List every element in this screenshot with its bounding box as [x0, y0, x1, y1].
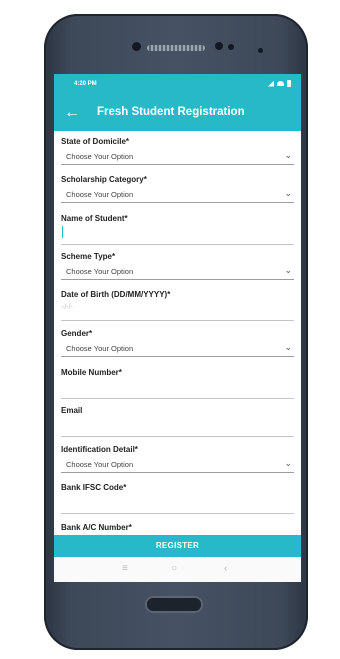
select-value: Choose Your Option	[66, 344, 134, 353]
wifi-icon	[277, 81, 284, 86]
field-label: Scholarship Category*	[61, 175, 147, 184]
name-of-student-input[interactable]	[61, 226, 294, 245]
signal-icon	[268, 80, 274, 87]
status-bar: 4:20 PM	[54, 74, 301, 95]
field-label: Identification Detail*	[61, 445, 138, 454]
select-value: Choose Your Option	[66, 190, 134, 199]
state-of-domicile-select[interactable]: Choose Your Option ⌄	[61, 150, 294, 165]
light-sensor	[228, 44, 234, 50]
chevron-down-icon: ⌄	[284, 188, 292, 198]
proximity-sensor	[215, 42, 223, 50]
home-icon[interactable]: ○	[171, 563, 177, 574]
date-of-birth-input[interactable]: -/-/-	[61, 302, 294, 321]
bank-ifsc-code-input[interactable]	[61, 495, 294, 514]
android-nav-bar: ≡ ○ ‹	[54, 557, 301, 582]
field-label: Gender*	[61, 329, 93, 338]
app-screen: 4:20 PM ← Fresh Student Registration Sta…	[54, 74, 301, 582]
earpiece-speaker	[147, 45, 205, 51]
mobile-number-input[interactable]	[61, 380, 294, 399]
field-label: Scheme Type*	[61, 252, 116, 261]
field-label: Date of Birth (DD/MM/YYYY)*	[61, 290, 171, 299]
chevron-down-icon: ⌄	[284, 458, 292, 468]
email-input[interactable]	[61, 418, 294, 437]
notification-led	[258, 48, 263, 53]
identification-detail-select[interactable]: Choose Your Option ⌄	[61, 458, 294, 473]
chevron-down-icon: ⌄	[284, 150, 292, 160]
register-button[interactable]: REGISTER	[54, 535, 301, 557]
text-cursor	[62, 226, 63, 238]
scholarship-category-select[interactable]: Choose Your Option ⌄	[61, 188, 294, 203]
back-triangle-icon[interactable]: ‹	[224, 563, 227, 574]
select-value: Choose Your Option	[66, 460, 134, 469]
front-camera	[132, 42, 141, 51]
recent-apps-icon[interactable]: ≡	[122, 563, 128, 574]
hardware-home-button[interactable]	[145, 596, 203, 613]
status-time: 4:20 PM	[74, 81, 97, 87]
field-label: Mobile Number*	[61, 368, 122, 377]
scheme-type-select[interactable]: Choose Your Option ⌄	[61, 265, 294, 280]
field-label: Email	[61, 406, 83, 415]
field-label: State of Domicile*	[61, 137, 130, 146]
field-label: Bank IFSC Code*	[61, 483, 127, 492]
select-value: Choose Your Option	[66, 152, 134, 161]
field-label: Name of Student*	[61, 214, 128, 223]
page-title: Fresh Student Registration	[97, 106, 245, 118]
battery-icon	[287, 80, 291, 87]
select-value: Choose Your Option	[66, 267, 134, 276]
arrow-left-icon[interactable]: ←	[62, 103, 82, 123]
app-bar: ← Fresh Student Registration	[54, 95, 301, 131]
date-placeholder: -/-/-	[62, 304, 73, 311]
registration-form: State of Domicile* Choose Your Option ⌄ …	[54, 131, 301, 535]
chevron-down-icon: ⌄	[284, 265, 292, 275]
status-icons	[268, 80, 291, 87]
field-label: Bank A/C Number*	[61, 523, 132, 532]
chevron-down-icon: ⌄	[284, 342, 292, 352]
gender-select[interactable]: Choose Your Option ⌄	[61, 342, 294, 357]
